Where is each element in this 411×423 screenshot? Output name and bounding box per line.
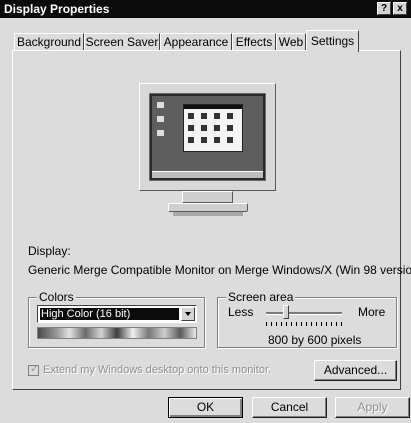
extend-desktop-checkbox[interactable]: ✓ — [28, 364, 39, 376]
window-title: Display Properties — [4, 2, 110, 16]
display-label: Display: — [28, 244, 71, 258]
monitor-stand-base — [168, 203, 248, 212]
monitor-stand-neck — [182, 191, 233, 203]
desktop-icon-recycle-bin — [157, 130, 164, 136]
preview-folder-icon — [201, 113, 207, 119]
preview-folder-icon — [227, 125, 233, 131]
preview-folder-icon — [188, 113, 194, 119]
extend-desktop-label: Extend my Windows desktop onto this moni… — [43, 364, 272, 376]
monitor-screen-preview — [152, 96, 263, 178]
colors-select[interactable]: High Color (16 bit) — [37, 305, 197, 323]
colors-selected-value: High Color (16 bit) — [40, 308, 179, 320]
display-properties-window: Display Properties ? x Background Screen… — [0, 0, 411, 423]
screen-area-legend: Screen area — [226, 290, 296, 304]
close-button[interactable]: x — [393, 2, 407, 15]
preview-folder-icon — [201, 125, 207, 131]
tab-background[interactable]: Background — [14, 33, 84, 51]
title-bar[interactable]: Display Properties ? x — [0, 0, 411, 18]
preview-window — [183, 104, 243, 152]
help-button[interactable]: ? — [377, 2, 391, 15]
tab-settings[interactable]: Settings — [306, 30, 359, 52]
preview-folder-icon — [227, 137, 233, 143]
screen-area-less-label: Less — [228, 305, 254, 319]
monitor-stand-shadow — [173, 212, 243, 216]
tab-web[interactable]: Web — [276, 33, 306, 51]
advanced-button[interactable]: Advanced... — [314, 360, 397, 381]
screen-area-slider-ticks — [266, 322, 342, 326]
colors-legend: Colors — [37, 290, 76, 304]
preview-folder-icon — [214, 113, 220, 119]
preview-window-titlebar — [184, 105, 242, 109]
preview-folder-icon — [188, 137, 194, 143]
chevron-down-icon[interactable] — [181, 307, 195, 321]
desktop-icon-network — [157, 116, 164, 122]
tab-appearance[interactable]: Appearance — [160, 33, 232, 51]
preview-folder-icon — [214, 125, 220, 131]
checkmark-icon: ✓ — [30, 364, 39, 375]
preview-folder-icon — [188, 125, 194, 131]
screen-area-slider-thumb[interactable] — [283, 305, 289, 319]
ok-button[interactable]: OK — [168, 397, 243, 418]
preview-folder-icon — [201, 137, 207, 143]
color-palette-preview — [37, 327, 197, 339]
tab-screen-saver[interactable]: Screen Saver — [84, 33, 160, 51]
screen-area-slider-track[interactable] — [266, 312, 342, 315]
preview-folder-icon — [227, 113, 233, 119]
preview-folder-icon — [214, 137, 220, 143]
screen-area-value: 800 by 600 pixels — [268, 333, 362, 347]
apply-button[interactable]: Apply — [335, 397, 410, 418]
monitor-preview — [139, 83, 276, 191]
tab-effects[interactable]: Effects — [232, 33, 276, 51]
preview-taskbar — [152, 171, 263, 178]
monitor-name: Generic Merge Compatible Monitor on Merg… — [28, 263, 411, 277]
screen-area-more-label: More — [358, 305, 386, 319]
desktop-icon-my-computer — [157, 102, 164, 108]
monitor-bezel — [149, 93, 266, 181]
cancel-button[interactable]: Cancel — [252, 397, 327, 418]
